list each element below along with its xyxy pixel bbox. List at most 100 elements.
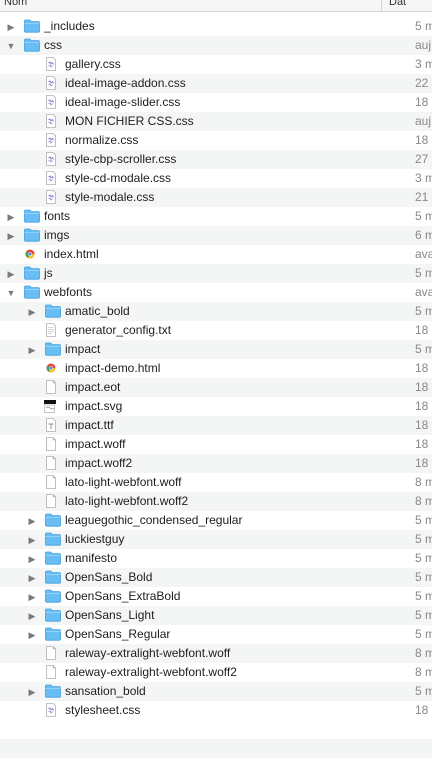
item-date: 21 (415, 190, 429, 204)
file-row[interactable]: style-modale.css 21 (0, 188, 432, 207)
item-date: 22 (415, 76, 429, 90)
disclosure-expanded-icon[interactable]: ▼ (6, 288, 16, 298)
file-row[interactable]: impact-demo.html 18 (0, 359, 432, 378)
folder-row[interactable]: ▶ luckiestguy 5 m (0, 530, 432, 549)
disclosure-collapsed-icon[interactable]: ▶ (27, 687, 37, 697)
item-name: _includes (44, 19, 95, 33)
item-name: imgs (44, 228, 70, 242)
item-name: normalize.css (65, 133, 139, 147)
item-date: 18 (415, 456, 429, 470)
item-date: 8 m (415, 646, 432, 660)
folder-row[interactable]: ▶ sansation_bold 5 m (0, 682, 432, 701)
folder-row[interactable]: ▶ fonts 5 m (0, 207, 432, 226)
item-name: impact.woff (65, 437, 126, 451)
folder-row[interactable]: ▼ webfonts ava (0, 283, 432, 302)
folder-row[interactable]: ▶ OpenSans_Light 5 m (0, 606, 432, 625)
file-row[interactable]: stylesheet.css 18 (0, 701, 432, 720)
disclosure-collapsed-icon[interactable]: ▶ (27, 554, 37, 564)
file-file-icon (43, 456, 59, 470)
file-row[interactable]: ideal-image-slider.css 18 (0, 93, 432, 112)
folder-row[interactable]: ▶ _includes 5 m (0, 17, 432, 36)
folder-row[interactable]: ▶ OpenSans_ExtraBold 5 m (0, 587, 432, 606)
file-row[interactable]: impact.woff 18 (0, 435, 432, 454)
file-row[interactable]: index.html ava (0, 245, 432, 264)
folder-row[interactable]: ▶ manifesto 5 m (0, 549, 432, 568)
item-date: 18 (415, 380, 429, 394)
file-row[interactable]: impact.ttf 18 (0, 416, 432, 435)
file-row[interactable]: lato-light-webfont.woff2 8 m (0, 492, 432, 511)
folder-icon (45, 532, 61, 546)
folder-icon (24, 38, 40, 52)
item-date: 18 (415, 361, 429, 375)
file-row[interactable]: gallery.css 3 m (0, 55, 432, 74)
file-row[interactable]: normalize.css 18 (0, 131, 432, 150)
item-date: auj (415, 114, 432, 128)
css-file-icon (43, 152, 59, 166)
disclosure-expanded-icon[interactable]: ▼ (6, 41, 16, 51)
item-name: OpenSans_Regular (65, 627, 171, 641)
folder-icon (45, 551, 61, 565)
folder-icon (45, 304, 61, 318)
date-column-header[interactable]: Dat (389, 0, 406, 8)
item-date: 6 m (415, 228, 432, 242)
item-name: style-modale.css (65, 190, 155, 204)
item-date: 5 m (415, 570, 432, 584)
file-row[interactable]: impact.svg 18 (0, 397, 432, 416)
file-file-icon (43, 380, 59, 394)
file-row[interactable]: ideal-image-addon.css 22 (0, 74, 432, 93)
folder-icon (24, 266, 40, 280)
disclosure-collapsed-icon[interactable]: ▶ (27, 611, 37, 621)
file-list: ▶ _includes 5 m ▼ css auj gallery.css 3 m ideal-… (0, 17, 432, 720)
item-name: js (44, 266, 53, 280)
disclosure-collapsed-icon[interactable]: ▶ (6, 212, 16, 222)
file-row[interactable]: style-cd-modale.css 3 m (0, 169, 432, 188)
disclosure-collapsed-icon[interactable]: ▶ (27, 592, 37, 602)
item-name: fonts (44, 209, 71, 223)
folder-icon (24, 228, 40, 242)
item-date: 5 m (415, 532, 432, 546)
css-file-icon (43, 114, 59, 128)
folder-row[interactable]: ▶ leaguegothic_condensed_regular 5 m (0, 511, 432, 530)
item-name: generator_config.txt (65, 323, 172, 337)
disclosure-collapsed-icon[interactable]: ▶ (27, 630, 37, 640)
file-row[interactable]: generator_config.txt 18 (0, 321, 432, 340)
item-name: leaguegothic_condensed_regular (65, 513, 243, 527)
folder-row[interactable]: ▶ impact 5 m (0, 340, 432, 359)
ttf-file-icon (43, 418, 59, 432)
svg-file-icon (43, 399, 59, 413)
file-row[interactable]: lato-light-webfont.woff 8 m (0, 473, 432, 492)
disclosure-collapsed-icon[interactable]: ▶ (27, 345, 37, 355)
column-divider[interactable] (381, 0, 382, 11)
file-row[interactable]: impact.woff2 18 (0, 454, 432, 473)
file-row[interactable]: impact.eot 18 (0, 378, 432, 397)
disclosure-collapsed-icon[interactable]: ▶ (6, 269, 16, 279)
disclosure-collapsed-icon[interactable]: ▶ (6, 22, 16, 32)
folder-icon (45, 684, 61, 698)
disclosure-collapsed-icon[interactable]: ▶ (6, 231, 16, 241)
disclosure-collapsed-icon[interactable]: ▶ (27, 573, 37, 583)
name-column-header[interactable]: Nom (4, 0, 27, 8)
file-row[interactable]: raleway-extralight-webfont.woff 8 m (0, 644, 432, 663)
folder-row[interactable]: ▼ css auj (0, 36, 432, 55)
disclosure-collapsed-icon[interactable]: ▶ (27, 307, 37, 317)
item-date: 27 (415, 152, 429, 166)
folder-row[interactable]: ▶ js 5 m (0, 264, 432, 283)
html-file-icon (43, 361, 59, 375)
file-row[interactable]: MON FICHIER CSS.css auj (0, 112, 432, 131)
disclosure-collapsed-icon[interactable]: ▶ (27, 516, 37, 526)
folder-row[interactable]: ▶ amatic_bold 5 m (0, 302, 432, 321)
item-name: stylesheet.css (65, 703, 141, 717)
folder-row[interactable]: ▶ OpenSans_Regular 5 m (0, 625, 432, 644)
column-header: Nom ⌃ Dat (0, 0, 432, 12)
folder-icon (24, 209, 40, 223)
folder-icon (45, 513, 61, 527)
folder-row[interactable]: ▶ imgs 6 m (0, 226, 432, 245)
file-row[interactable]: style-cbp-scroller.css 27 (0, 150, 432, 169)
item-date: 5 m (415, 684, 432, 698)
file-row[interactable]: raleway-extralight-webfont.woff2 8 m (0, 663, 432, 682)
folder-row[interactable]: ▶ OpenSans_Bold 5 m (0, 568, 432, 587)
css-file-icon (43, 171, 59, 185)
disclosure-collapsed-icon[interactable]: ▶ (27, 535, 37, 545)
txt-file-icon (43, 323, 59, 337)
item-name: style-cbp-scroller.css (65, 152, 177, 166)
